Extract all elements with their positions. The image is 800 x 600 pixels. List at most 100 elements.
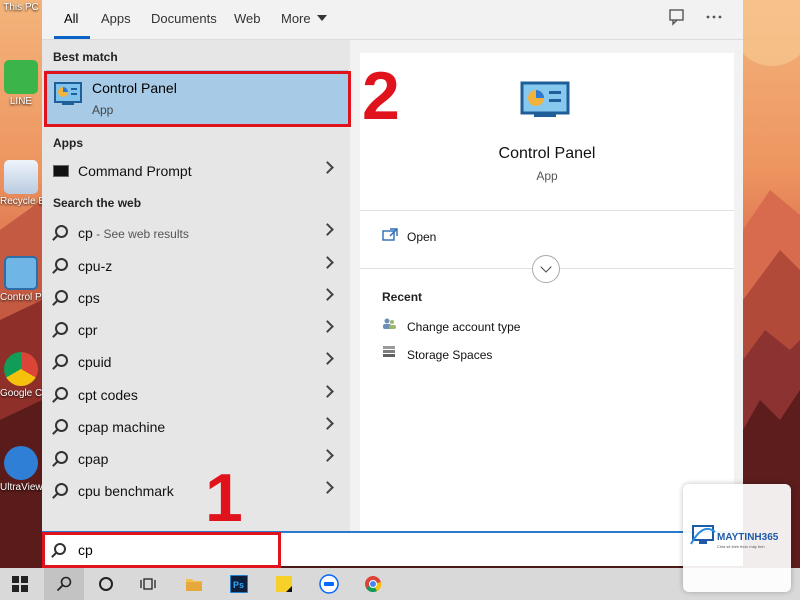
- svg-text:Ps: Ps: [233, 580, 244, 590]
- taskbar-search-button[interactable]: [44, 568, 84, 600]
- taskbar-file-explorer[interactable]: [174, 568, 214, 600]
- chevron-right-icon[interactable]: [321, 449, 334, 462]
- task-view-button[interactable]: [128, 568, 168, 600]
- folder-icon: [186, 579, 202, 591]
- web-result-label: cpu-z: [78, 258, 113, 274]
- open-action[interactable]: Open: [360, 219, 734, 253]
- taskbar-sticky-notes[interactable]: [264, 568, 304, 600]
- sticky-notes-icon: [276, 576, 292, 592]
- desktop-icon-chrome[interactable]: Google Chrome: [0, 352, 42, 399]
- web-result-label: cpap machine: [78, 419, 166, 435]
- search-icon: [55, 451, 68, 464]
- web-result[interactable]: cpuid: [46, 347, 346, 377]
- web-result-label: cpuid: [78, 354, 112, 370]
- web-result[interactable]: cpt codes: [46, 380, 346, 410]
- tab-all[interactable]: All: [64, 11, 78, 26]
- windows-icon: [12, 576, 28, 592]
- expand-chevron-icon[interactable]: [532, 255, 560, 283]
- search-icon: [55, 258, 68, 271]
- web-result-cp[interactable]: cp - See web results: [46, 218, 346, 248]
- desktop-icon-label: LINE: [9, 96, 33, 107]
- control-panel-icon: [4, 256, 38, 290]
- task-view-icon: [140, 578, 156, 590]
- chrome-icon: [4, 352, 38, 386]
- more-options-icon[interactable]: [703, 8, 725, 30]
- list-item-command-prompt[interactable]: Command Prompt: [46, 156, 346, 186]
- web-result[interactable]: cpr: [46, 315, 346, 345]
- watermark-card: MAYTINH365 Chia sẻ kiến thức máy tính: [683, 484, 791, 592]
- zalo-icon: [319, 574, 339, 594]
- desktop-icon-ultraviewer[interactable]: UltraViewer: [0, 446, 42, 493]
- desktop-icon-control-panel[interactable]: Control Panel: [0, 256, 42, 303]
- step-number-2: 2: [362, 58, 400, 134]
- search-icon: [55, 225, 68, 238]
- taskbar-photoshop[interactable]: Ps: [219, 568, 259, 600]
- storage-icon: [383, 346, 395, 357]
- web-result[interactable]: cpu-z: [46, 251, 346, 281]
- search-icon: [55, 483, 68, 496]
- open-icon: [382, 228, 398, 241]
- chevron-right-icon[interactable]: [321, 417, 334, 430]
- chevron-right-icon[interactable]: [321, 256, 334, 269]
- recent-item-storage-spaces[interactable]: Storage Spaces: [360, 343, 734, 367]
- preview-title: Control Panel: [498, 145, 596, 162]
- web-result-suffix: - See web results: [92, 227, 189, 241]
- web-result[interactable]: cpu benchmark: [46, 476, 346, 506]
- chevron-right-icon[interactable]: [321, 288, 334, 301]
- chevron-right-icon[interactable]: [321, 320, 334, 333]
- recent-item-change-account-type[interactable]: Change account type: [360, 315, 734, 339]
- recent-item-label: Change account type: [407, 320, 521, 334]
- chevron-right-icon[interactable]: [321, 161, 334, 174]
- search-tabs: All Apps Documents Web More: [42, 0, 743, 40]
- start-button[interactable]: [0, 568, 40, 600]
- desktop-icon-label: Control Panel: [0, 292, 42, 303]
- chevron-right-icon[interactable]: [321, 481, 334, 494]
- tab-more[interactable]: More: [281, 11, 327, 26]
- cortana-icon: [99, 577, 113, 591]
- desktop-icon-label: This PC: [3, 2, 39, 13]
- apps-heading: Apps: [53, 136, 83, 150]
- cortana-button[interactable]: [86, 568, 126, 600]
- taskbar: Ps: [0, 568, 800, 600]
- tab-web[interactable]: Web: [234, 11, 261, 26]
- web-result-label: cpt codes: [78, 387, 138, 403]
- command-prompt-icon: [53, 165, 69, 177]
- search-web-heading: Search the web: [53, 196, 142, 210]
- desktop-icon-line[interactable]: LINE: [0, 60, 42, 107]
- recycle-bin-icon: [4, 160, 38, 194]
- control-panel-large-icon: [520, 81, 570, 117]
- web-result-query: cp: [78, 225, 93, 241]
- chevron-right-icon[interactable]: [321, 223, 334, 236]
- search-icon: [55, 354, 68, 367]
- web-result[interactable]: cpap: [46, 444, 346, 474]
- desktop-icon-this-pc[interactable]: This PC: [0, 2, 42, 13]
- web-result-label: cpu benchmark: [78, 483, 174, 499]
- search-icon: [55, 419, 68, 432]
- best-match-heading: Best match: [53, 50, 118, 64]
- tab-apps[interactable]: Apps: [101, 11, 131, 26]
- taskbar-chrome[interactable]: [353, 568, 393, 600]
- chevron-right-icon[interactable]: [321, 352, 334, 365]
- tab-active-indicator: [54, 36, 90, 39]
- ultraviewer-icon: [4, 446, 38, 480]
- feedback-icon[interactable]: [666, 8, 688, 30]
- web-result-label: cpr: [78, 322, 98, 338]
- web-result[interactable]: cps: [46, 283, 346, 313]
- desktop-icon-recycle-bin[interactable]: Recycle Bin: [0, 160, 42, 207]
- search-icon: [56, 576, 72, 592]
- taskbar-zalo[interactable]: [309, 568, 349, 600]
- desktop-icon-label: UltraViewer: [0, 482, 42, 493]
- tab-documents[interactable]: Documents: [151, 11, 217, 26]
- search-icon: [55, 290, 68, 303]
- desktop-icon-label: Recycle Bin: [0, 196, 42, 207]
- preview-pane: Control Panel App Open Recent Change acc…: [360, 53, 734, 532]
- highlight-best-match: [44, 71, 351, 127]
- maytinh365-logo: [690, 525, 716, 545]
- line-app-icon: [4, 60, 38, 94]
- chevron-right-icon[interactable]: [321, 385, 334, 398]
- chevron-down-icon: [316, 15, 327, 21]
- users-icon: [383, 318, 396, 329]
- desktop-icon-label: Google Chrome: [0, 388, 42, 399]
- web-result[interactable]: cpap machine: [46, 412, 346, 442]
- list-item-label: Command Prompt: [78, 163, 192, 179]
